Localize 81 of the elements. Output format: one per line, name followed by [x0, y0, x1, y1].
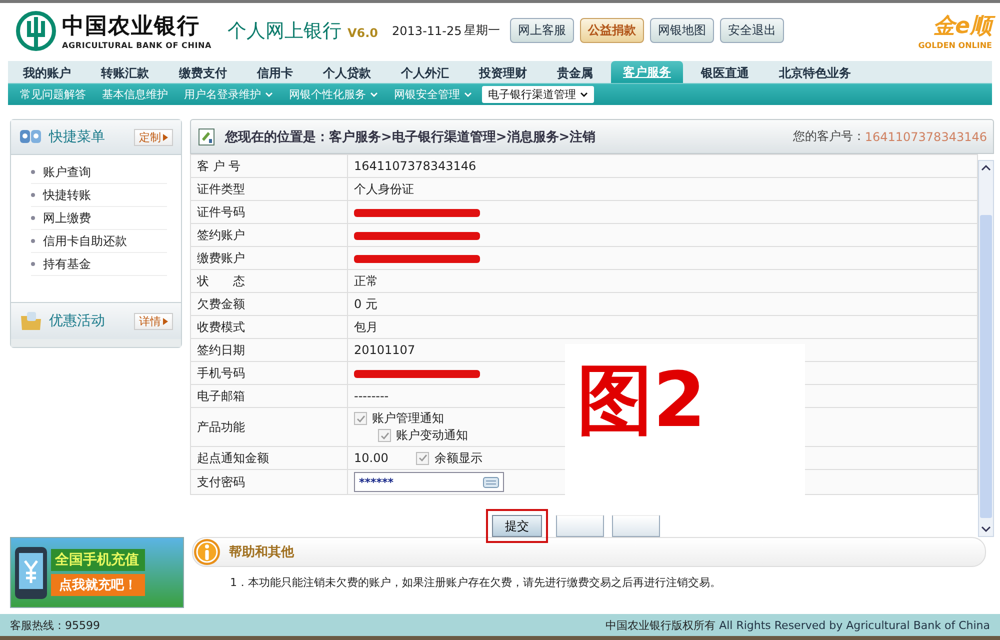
- arrow-icon: [163, 318, 168, 324]
- field-label: 证件类型: [190, 178, 348, 200]
- field-label: 产品功能: [190, 408, 348, 446]
- field-label: 起点通知金额: [190, 446, 348, 470]
- field-label: 客 户 号: [190, 154, 348, 178]
- checkbox[interactable]: [378, 429, 391, 442]
- document-icon: [197, 126, 217, 146]
- header-button[interactable]: 网上客服: [510, 18, 574, 43]
- breadcrumb: 您现在的位置是：客户服务>电子银行渠道管理>消息服务>注销: [225, 128, 596, 146]
- quick-menu-link[interactable]: 快捷转账: [43, 186, 91, 204]
- arrow-icon: [163, 134, 168, 140]
- customer-number-label: 您的客户号：: [792, 128, 865, 145]
- field-label: 支付密码: [190, 470, 348, 494]
- field-value: 正常: [354, 274, 378, 288]
- checkbox-label: 账户变动通知: [396, 427, 468, 444]
- product-title: 个人网上银行: [227, 18, 342, 44]
- help-text: 1．本功能只能注销未欠费的账户，如果注册账户存在欠费，请先进行缴费交易之后再进行注销交易。: [230, 575, 722, 590]
- field-label: 签约日期: [190, 338, 348, 362]
- copyright-text: 中国农业银行版权所有: [606, 618, 716, 632]
- nav-tab[interactable]: 个人外汇: [389, 63, 461, 83]
- subnav-item[interactable]: 电子银行渠道管理: [482, 86, 594, 103]
- quick-menu-link[interactable]: 持有基金: [43, 256, 91, 272]
- bank-name: 中国农业银行: [62, 13, 201, 41]
- scrollbar[interactable]: [978, 160, 994, 537]
- nav-tab[interactable]: 信用卡: [245, 63, 305, 83]
- nav-tab[interactable]: 投资理财: [467, 63, 539, 83]
- field-label: 电子邮箱: [190, 384, 348, 408]
- field-label: 欠费金额: [190, 292, 348, 316]
- field-label: 收费模式: [190, 316, 348, 338]
- checkbox[interactable]: [416, 452, 430, 464]
- field-value: --------: [354, 389, 389, 403]
- blank-button[interactable]: [612, 515, 660, 537]
- field-label: 证件号码: [190, 200, 348, 224]
- info-icon: [193, 538, 221, 566]
- header-button[interactable]: 网银地图: [650, 18, 714, 43]
- header-button[interactable]: 公益捐款: [580, 18, 644, 43]
- help-title: 帮助和其他: [229, 544, 294, 561]
- field-value: 个人身份证: [354, 182, 414, 196]
- customize-button[interactable]: 定制: [134, 128, 173, 146]
- quick-menu-link[interactable]: 网上缴费: [43, 210, 91, 226]
- date-label: 2013-11-25: [392, 24, 462, 38]
- field-value: 1641107378343146: [354, 159, 476, 173]
- checkbox[interactable]: [354, 412, 367, 425]
- field-label: 签约账户: [190, 224, 348, 246]
- hotline-text: 客服热线：95599: [10, 618, 100, 632]
- field-label: 状 态: [190, 270, 348, 292]
- nav-tab[interactable]: 个人贷款: [311, 63, 383, 83]
- field-label: 缴费账户: [190, 246, 348, 270]
- quick-menu-title: 快捷菜单: [49, 128, 106, 146]
- customer-number: 1641107378343146: [864, 130, 987, 144]
- blank-button[interactable]: [556, 515, 604, 537]
- nav-tab[interactable]: 北京特色业务: [767, 63, 863, 83]
- bank-logo-icon: [16, 10, 56, 50]
- password-field[interactable]: ******: [354, 472, 504, 492]
- field-value: 0 元: [354, 296, 378, 310]
- folder-icon: [19, 310, 43, 332]
- caret-icon[interactable]: [580, 92, 588, 98]
- recharge-banner[interactable]: 全国手机充值 点我就充吧！: [10, 537, 184, 608]
- quick-menu-link[interactable]: 信用卡自助还款: [43, 232, 127, 250]
- field-value: 20101107: [354, 343, 416, 357]
- field-value: 10.00: [354, 451, 388, 465]
- checkbox-label: 余额显示: [434, 450, 482, 466]
- bank-name-english: AGRICULTURAL BANK OF CHINA: [62, 41, 212, 50]
- submit-button[interactable]: 提交: [492, 515, 542, 537]
- details-button[interactable]: 详情: [134, 312, 173, 330]
- nav-tab[interactable]: 贵金属: [545, 63, 605, 83]
- brand-slogan: GOLDEN ONLINE: [918, 41, 992, 50]
- field-label: 手机号码: [190, 362, 348, 384]
- weekday-label: 星期一: [464, 22, 500, 39]
- checkbox-label: 账户管理通知: [372, 410, 444, 427]
- version-label: V6.0: [347, 26, 378, 40]
- nav-tab[interactable]: 银医直通: [689, 63, 761, 83]
- field-value: 包月: [354, 320, 378, 334]
- header-button[interactable]: 安全退出: [720, 18, 784, 43]
- keyboard-icon[interactable]: [483, 476, 499, 488]
- nav-tab[interactable]: 转账汇款: [89, 63, 161, 83]
- quick-menu-link[interactable]: 账户查询: [43, 164, 91, 180]
- nav-tab[interactable]: 缴费支付: [167, 63, 239, 83]
- copyright-english: All Rights Reserved by Agricultural Bank of China: [719, 618, 990, 632]
- nav-tab[interactable]: 我的账户: [11, 63, 83, 83]
- promotions-title: 优惠活动: [49, 312, 106, 330]
